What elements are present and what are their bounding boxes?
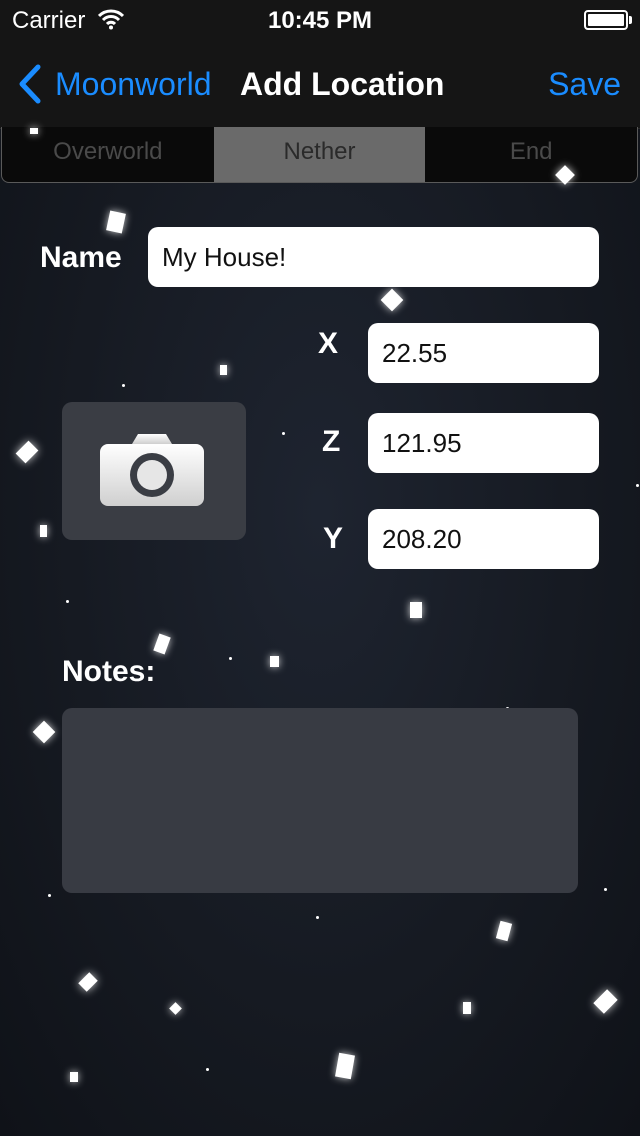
x-coordinate-field[interactable]: 22.55 (368, 323, 599, 383)
segment-overworld[interactable]: Overworld (2, 127, 214, 182)
back-button[interactable]: Moonworld (55, 66, 212, 103)
save-button[interactable]: Save (548, 66, 621, 103)
x-label: X (318, 327, 339, 360)
notes-textarea[interactable] (62, 708, 578, 893)
name-field[interactable]: My House! (148, 227, 599, 287)
status-bar: Carrier 10:45 PM (0, 0, 640, 40)
navigation-bar: Moonworld Add Location Save (0, 40, 640, 129)
chevron-left-icon[interactable] (16, 64, 42, 104)
segment-nether[interactable]: Nether (213, 127, 426, 182)
z-label: Z (322, 425, 341, 458)
page-title: Add Location (240, 66, 445, 102)
y-label: Y (323, 522, 344, 555)
camera-icon (100, 434, 204, 506)
segment-end[interactable]: End (425, 127, 637, 182)
dimension-segmented-control: Overworld Nether End (1, 127, 638, 183)
y-coordinate-field[interactable]: 208.20 (368, 509, 599, 569)
battery-icon (584, 10, 632, 30)
z-coordinate-field[interactable]: 121.95 (368, 413, 599, 473)
name-label: Name (40, 241, 122, 274)
clock: 10:45 PM (267, 7, 373, 34)
notes-label: Notes: (62, 655, 156, 688)
add-photo-button[interactable] (62, 402, 246, 540)
